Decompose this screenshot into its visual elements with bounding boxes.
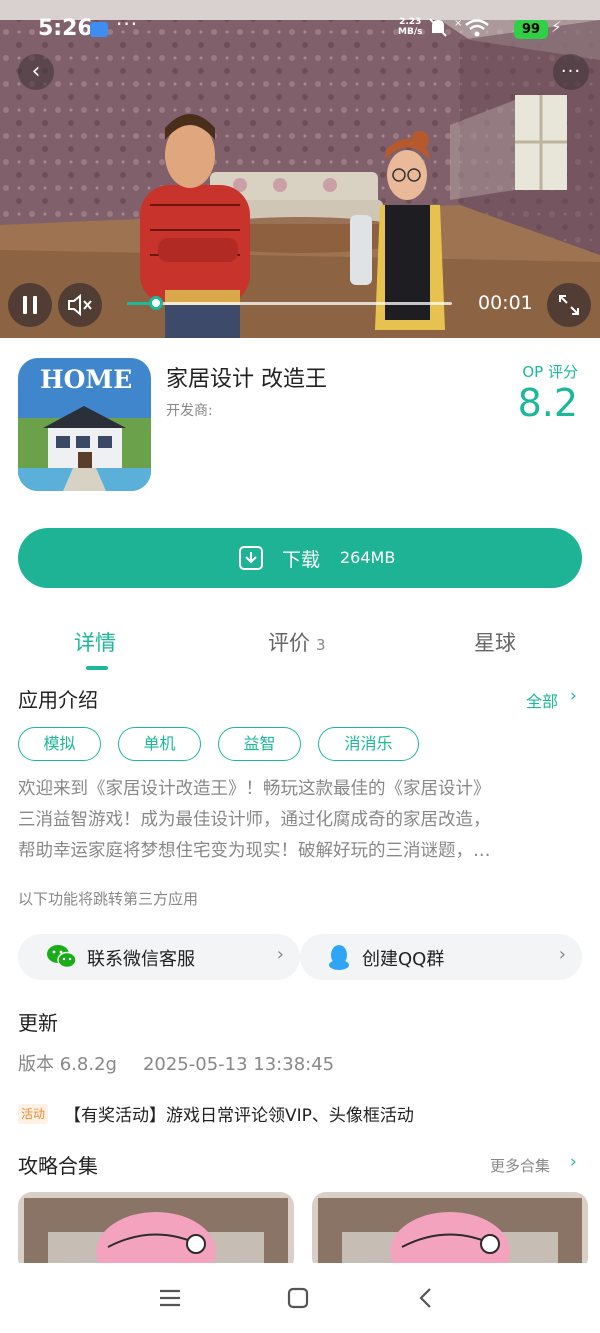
fullscreen-icon (559, 295, 579, 315)
description-line: 帮助幸运家庭将梦想住宅变为现实！破解好玩的三消谜题，… (18, 841, 491, 861)
pause-button[interactable] (8, 283, 52, 327)
app-description[interactable]: 欢迎来到《家居设计改造王》！畅玩这款最佳的《家居设计》 三消益智游戏！成为最佳设… (18, 774, 584, 867)
download-button[interactable]: 下载 264MB (18, 528, 582, 588)
tab-details[interactable]: 详情 (74, 627, 116, 657)
network-speed-value: 2.23 (399, 17, 422, 27)
tab-planet[interactable]: 星球 (474, 627, 516, 657)
video-elapsed-time: 00:01 (478, 292, 533, 314)
pause-icon (23, 296, 37, 314)
tab-reviews[interactable]: 评价 3 (268, 627, 326, 657)
update-date: 2025-05-13 13:38:45 (142, 1054, 335, 1075)
intro-section-title: 应用介绍 (18, 688, 98, 712)
charging-icon: ⚡ (551, 18, 562, 36)
mute-toggle-button[interactable] (58, 283, 102, 327)
download-icon (239, 546, 263, 570)
status-time: 5:26 (38, 16, 93, 41)
wechat-support-label: 联系微信客服 (87, 949, 195, 970)
no-sim-icon: × (454, 18, 462, 29)
create-qq-group-button[interactable]: 创建QQ群 › (300, 934, 582, 980)
tag-match3[interactable]: 消消乐 (318, 727, 419, 761)
home-icon[interactable] (286, 1286, 310, 1310)
tag-puzzle[interactable]: 益智 (218, 727, 301, 761)
video-player[interactable]: 5:26 ··· 2.23 MB/s × 99 ⚡ ‹ ··· 00:01 (0, 0, 600, 338)
developer-label: 开发商: (166, 403, 213, 419)
back-button[interactable]: ‹ (18, 54, 54, 90)
tag-offline[interactable]: 单机 (118, 727, 201, 761)
chevron-right-icon: › (570, 1152, 577, 1172)
event-badge: 活动 (18, 1104, 49, 1124)
tab-reviews-label: 评价 (268, 631, 310, 655)
menu-icon[interactable] (158, 1286, 182, 1310)
wifi-icon (465, 19, 489, 37)
svg-text:×: × (454, 18, 462, 29)
network-speed: 2.23 MB/s (398, 17, 422, 37)
version-number: 版本 6.8.2g (18, 1054, 117, 1075)
muted-speaker-icon (68, 293, 92, 317)
video-progress-bar[interactable] (127, 296, 452, 310)
update-section-title: 更新 (18, 1011, 58, 1035)
more-dots-icon: ··· (560, 61, 582, 82)
status-bar: 5:26 ··· 2.23 MB/s × 99 ⚡ (0, 0, 600, 58)
tag-simulation[interactable]: 模拟 (18, 727, 101, 761)
guide-card[interactable] (18, 1192, 294, 1272)
status-overflow-dots: ··· (116, 12, 139, 36)
chevron-right-icon: › (276, 944, 284, 965)
back-icon[interactable] (414, 1286, 438, 1310)
more-guides-link[interactable]: 更多合集 (490, 1155, 550, 1176)
app-title: 家居设计 改造王 (166, 367, 327, 392)
qq-group-label: 创建QQ群 (362, 949, 445, 970)
app-icon-logo-text: HOME (40, 365, 132, 394)
app-icon: HOME (18, 358, 151, 491)
back-chevron-icon: ‹ (31, 59, 41, 84)
guides-section-title: 攻略合集 (18, 1154, 98, 1178)
tab-planet-label: 星球 (474, 631, 516, 655)
download-label: 下载 (282, 549, 321, 571)
version-info: 版本 6.8.2g 2025-05-13 13:38:45 (18, 1050, 334, 1076)
tab-details-label: 详情 (74, 631, 116, 655)
description-line: 欢迎来到《家居设计改造王》！畅玩这款最佳的《家居设计》 (18, 779, 491, 799)
description-line: 三消益智游戏！成为最佳设计师，通过化腐成奇的家居改造， (18, 810, 491, 830)
fullscreen-button[interactable] (547, 283, 591, 327)
wechat-icon (47, 945, 77, 969)
download-size: 264MB (340, 548, 396, 567)
guide-thumbnail (312, 1192, 588, 1272)
guide-card[interactable] (312, 1192, 588, 1272)
review-count: 3 (316, 636, 326, 654)
battery-level: 99 (514, 20, 548, 39)
network-speed-unit: MB/s (398, 27, 423, 37)
event-link[interactable]: 【有奖活动】游戏日常评论领VIP、头像框活动 (64, 1101, 414, 1126)
guide-thumbnail (18, 1192, 294, 1272)
score-value: 8.2 (517, 381, 578, 425)
chevron-right-icon: › (570, 686, 577, 706)
third-party-note: 以下功能将跳转第三方应用 (18, 890, 199, 908)
score-label: OP 评分 (522, 363, 578, 381)
app-detail-page: 5:26 ··· 2.23 MB/s × 99 ⚡ ‹ ··· 00:01 HO… (0, 0, 600, 1333)
see-all-link[interactable]: 全部 (526, 688, 558, 712)
qq-penguin-icon (329, 945, 349, 970)
chevron-right-icon: › (558, 944, 566, 965)
mail-icon (90, 22, 108, 37)
mute-bell-icon (429, 18, 447, 37)
more-options-button[interactable]: ··· (553, 54, 589, 90)
active-tab-indicator (86, 666, 108, 670)
system-navigation-bar (0, 1263, 600, 1333)
wechat-support-button[interactable]: 联系微信客服 › (18, 934, 300, 980)
status-icons: × (429, 18, 489, 37)
